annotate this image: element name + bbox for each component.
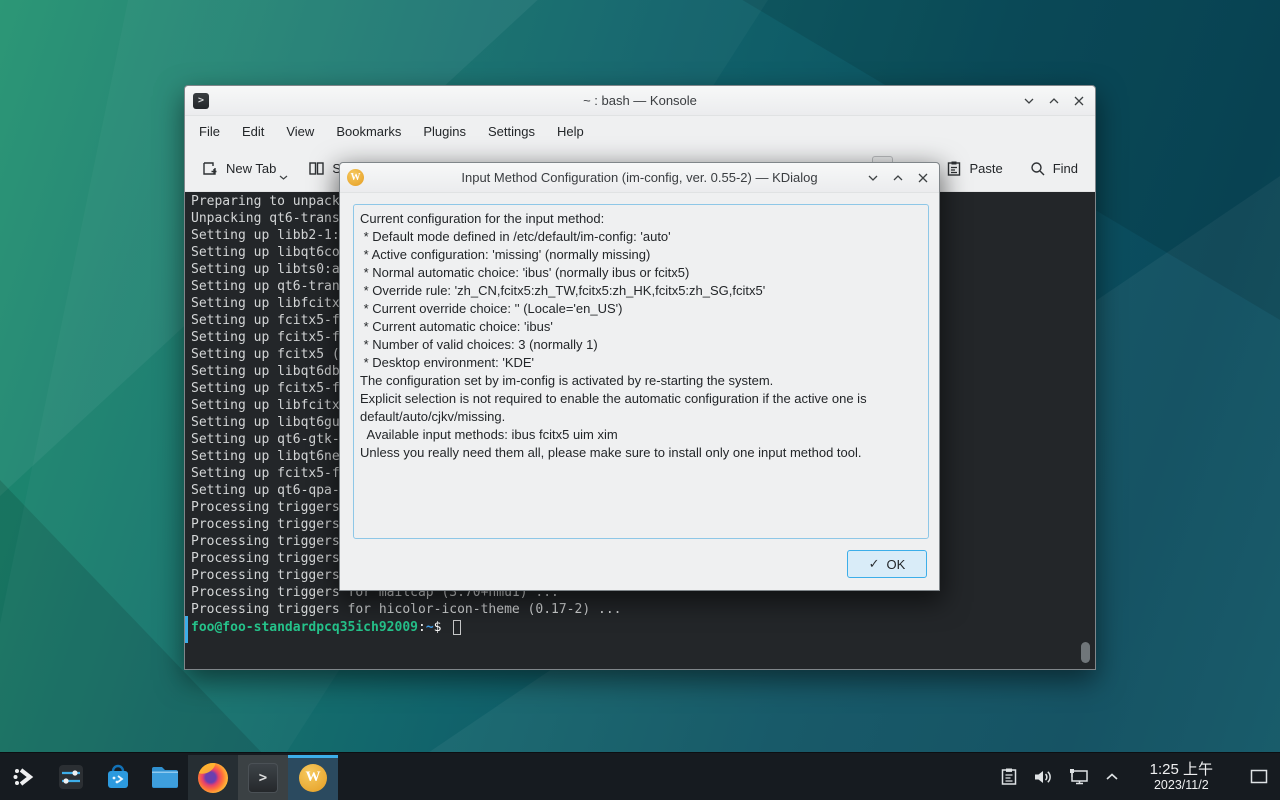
clock-date: 2023/11/2 [1150, 778, 1213, 792]
prompt-dollar: $ [434, 620, 450, 635]
im-config-icon: W [299, 764, 327, 792]
ok-button-label: OK [887, 557, 906, 572]
dialog-text-line: * Default mode defined in /etc/default/i… [360, 229, 922, 247]
folder-icon [150, 764, 180, 790]
network-tray-icon[interactable] [1068, 767, 1090, 786]
konsole-menubar: File Edit View Bookmarks Plugins Setting… [185, 116, 1095, 146]
split-view-icon [308, 160, 325, 177]
dialog-text-line: * Number of valid choices: 3 (normally 1… [360, 337, 922, 355]
kdialog-window: W Input Method Configuration (im-config,… [339, 162, 940, 591]
kdialog-titlebar[interactable]: W Input Method Configuration (im-config,… [340, 163, 939, 193]
chevron-down-icon[interactable] [279, 174, 288, 181]
taskbar-kdialog-task[interactable]: W [288, 755, 338, 800]
app-launcher-button[interactable] [0, 753, 47, 800]
clipboard-tray-icon[interactable] [1000, 767, 1018, 786]
prompt-separator: : [418, 620, 426, 635]
terminal-line: Processing triggers for hicolor-icon-the… [191, 602, 1095, 619]
paste-icon [946, 160, 962, 177]
menu-file[interactable]: File [188, 120, 231, 143]
dialog-text-line: default/auto/cjkv/missing. [360, 409, 922, 427]
tray-expand-chevron-icon[interactable] [1105, 772, 1119, 782]
close-icon[interactable] [917, 172, 929, 184]
konsole-titlebar[interactable]: > ~ : bash — Konsole [185, 86, 1095, 116]
taskbar-panel: > W 1:25 上午 2023/11/2 [0, 752, 1280, 800]
paste-button[interactable]: Paste [946, 160, 1002, 177]
dialog-text-line: * Normal automatic choice: 'ibus' (norma… [360, 265, 922, 283]
dialog-text-line: Available input methods: ibus fcitx5 uim… [360, 427, 922, 445]
maximize-icon[interactable] [1048, 95, 1060, 107]
menu-bookmarks[interactable]: Bookmarks [325, 120, 412, 143]
find-button[interactable]: Find [1030, 161, 1078, 177]
im-config-message-box[interactable]: Current configuration for the input meth… [353, 204, 929, 539]
paste-label: Paste [969, 161, 1002, 176]
digital-clock[interactable]: 1:25 上午 2023/11/2 [1150, 761, 1213, 793]
dialog-text-line: Unless you really need them all, please … [360, 445, 922, 463]
minimize-icon[interactable] [867, 172, 879, 184]
search-icon [1030, 161, 1046, 177]
check-icon: ✓ [869, 556, 880, 572]
desktop-screen: > ~ : bash — Konsole File Edit View Book… [0, 0, 1280, 800]
dialog-text-line: Current configuration for the input meth… [360, 211, 922, 229]
kdialog-window-title: Input Method Configuration (im-config, v… [340, 170, 939, 185]
dialog-text-line: * Override rule: 'zh_CN,fcitx5:zh_TW,fci… [360, 283, 922, 301]
kde-launcher-icon [11, 764, 37, 790]
dialog-text-line: Explicit selection is not required to en… [360, 391, 922, 409]
menu-plugins[interactable]: Plugins [412, 120, 477, 143]
dialog-text-line: * Desktop environment: 'KDE' [360, 355, 922, 373]
menu-help[interactable]: Help [546, 120, 595, 143]
show-desktop-button[interactable] [1250, 769, 1268, 784]
konsole-icon: > [248, 763, 278, 793]
system-settings-launcher[interactable] [47, 753, 94, 800]
dialog-text-line: The configuration set by im-config is ac… [360, 373, 922, 391]
new-tab-icon [202, 160, 219, 177]
close-icon[interactable] [1073, 95, 1085, 107]
taskbar-firefox-task[interactable] [188, 755, 238, 800]
menu-view[interactable]: View [275, 120, 325, 143]
prompt-marker [185, 616, 188, 643]
volume-tray-icon[interactable] [1033, 768, 1053, 786]
dialog-text-line: * Current override choice: '' (Locale='e… [360, 301, 922, 319]
terminal-scrollbar-thumb[interactable] [1081, 642, 1090, 663]
clock-time: 1:25 上午 [1150, 761, 1213, 778]
menu-settings[interactable]: Settings [477, 120, 546, 143]
firefox-icon [198, 763, 228, 793]
dolphin-launcher[interactable] [141, 753, 188, 800]
terminal-cursor [453, 620, 461, 635]
minimize-icon[interactable] [1023, 95, 1035, 107]
prompt-user-host: foo@foo-standardpcq35ich92009 [191, 620, 418, 635]
konsole-window-title: ~ : bash — Konsole [185, 93, 1095, 108]
menu-edit[interactable]: Edit [231, 120, 275, 143]
new-tab-button[interactable]: New Tab [202, 160, 276, 177]
ok-button[interactable]: ✓ OK [847, 550, 927, 578]
dialog-text-line: * Current automatic choice: 'ibus' [360, 319, 922, 337]
discover-bag-icon [104, 763, 132, 791]
maximize-icon[interactable] [892, 172, 904, 184]
dialog-text-line: * Active configuration: 'missing' (norma… [360, 247, 922, 265]
discover-launcher[interactable] [94, 753, 141, 800]
find-label: Find [1053, 161, 1078, 176]
new-tab-label: New Tab [226, 161, 276, 176]
prompt-path: ~ [426, 620, 434, 635]
taskbar-konsole-task[interactable]: > [238, 755, 288, 800]
terminal-prompt: foo@foo-standardpcq35ich92009:~$ [191, 619, 1095, 636]
settings-sliders-icon [57, 763, 85, 791]
